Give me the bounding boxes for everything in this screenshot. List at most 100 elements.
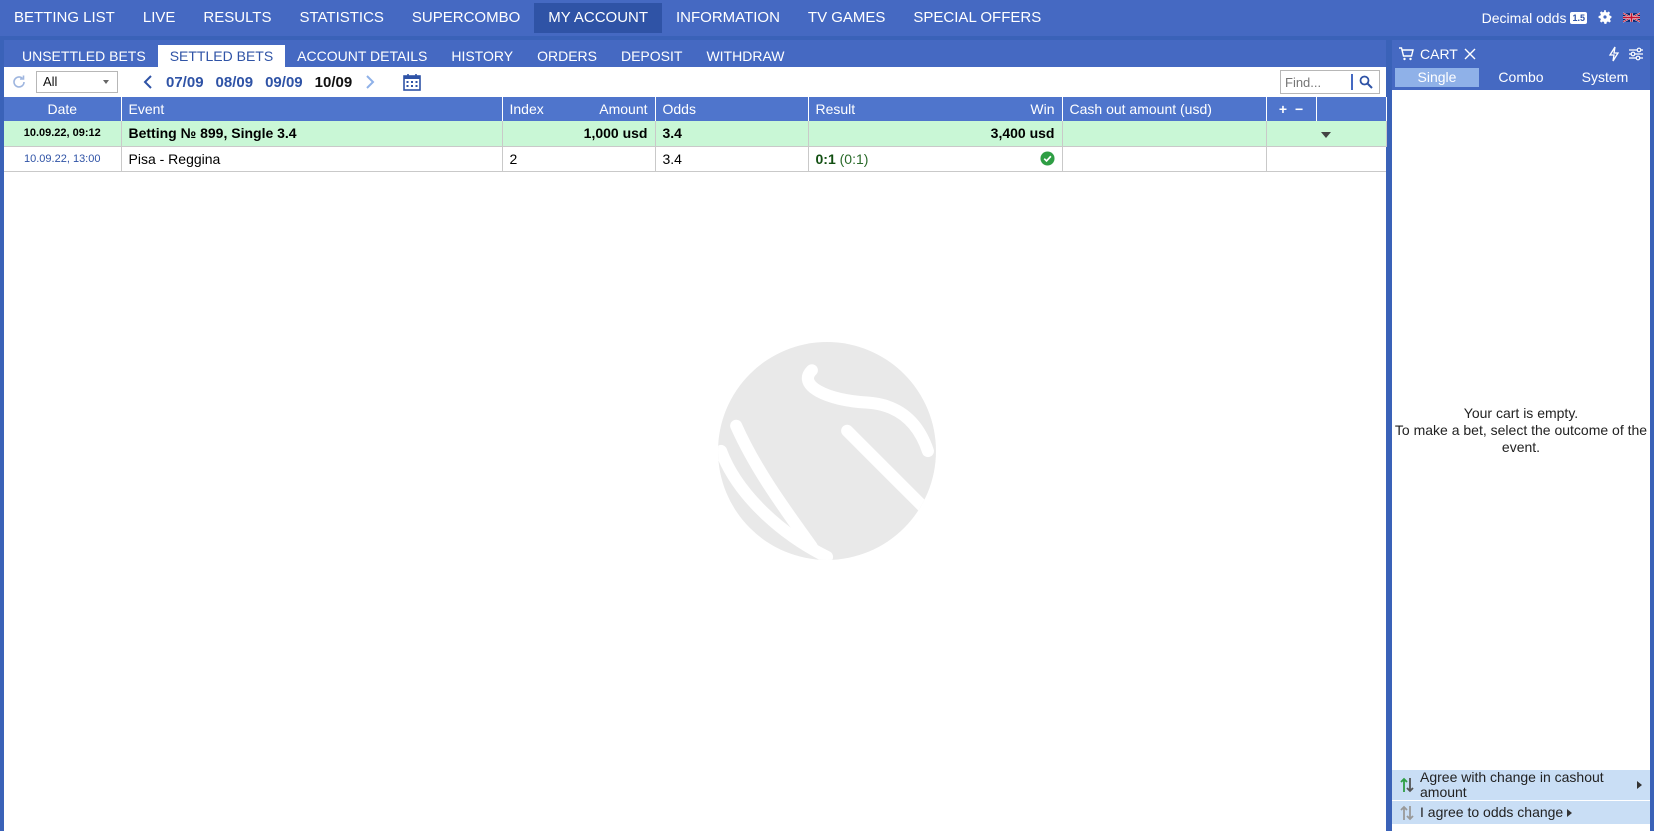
main-panel: UNSETTLED BETS SETTLED BETS ACCOUNT DETA… xyxy=(4,40,1387,831)
find-box xyxy=(1280,70,1380,94)
chevron-down-icon xyxy=(103,80,109,84)
col-index-amount: Index Amount xyxy=(502,97,656,121)
gear-icon[interactable] xyxy=(1597,9,1613,28)
nav-right-tools: Decimal odds 1.5 xyxy=(1482,9,1654,28)
arrows-up-down-icon xyxy=(1400,805,1414,820)
event-score: 0:1 (0:1) xyxy=(816,151,869,167)
arrows-up-down-icon xyxy=(1400,777,1414,793)
bet-expand-toggle[interactable] xyxy=(1266,121,1387,147)
tab-deposit[interactable]: DEPOSIT xyxy=(609,45,694,67)
bet-row[interactable]: 10.09.22, 09:12 Betting № 899, Single 3.… xyxy=(4,121,1387,147)
cart-title: CART xyxy=(1420,46,1458,62)
cart-tabs: Single Combo System xyxy=(1392,68,1650,90)
event-spacer xyxy=(1266,146,1386,172)
date-link-0709[interactable]: 07/09 xyxy=(166,74,204,91)
event-name[interactable]: Pisa - Reggina xyxy=(121,146,503,172)
chevron-right-icon[interactable] xyxy=(364,74,376,90)
bet-title: Betting № 899, Single 3.4 xyxy=(121,121,503,147)
cart-empty-line1: Your cart is empty. xyxy=(1463,405,1579,421)
nav-my-account[interactable]: MY ACCOUNT xyxy=(534,3,663,33)
cart-tab-combo[interactable]: Combo xyxy=(1479,68,1563,87)
tab-history[interactable]: HISTORY xyxy=(439,45,525,67)
nav-supercombo[interactable]: SUPERCOMBO xyxy=(398,3,534,33)
caret-right-icon xyxy=(1567,808,1573,817)
agree-cashout-label: Agree with change in cashout amount xyxy=(1420,769,1604,800)
nav-betting-list[interactable]: BETTING LIST xyxy=(0,3,129,33)
event-row: 10.09.22, 13:00 Pisa - Reggina 2 3.4 0:1… xyxy=(4,146,1386,172)
agree-odds-change-option[interactable]: I agree to odds change xyxy=(1392,800,1650,824)
col-cashout[interactable]: Cash out amount (usd) xyxy=(1062,97,1267,121)
nav-special-offers[interactable]: SPECIAL OFFERS xyxy=(899,3,1055,33)
search-button[interactable] xyxy=(1353,71,1379,93)
nav-tv-games[interactable]: TV GAMES xyxy=(794,3,900,33)
agree-odds-label: I agree to odds change xyxy=(1420,804,1564,820)
date-link-0909[interactable]: 09/09 xyxy=(265,74,303,91)
collapse-all-button[interactable]: − xyxy=(1295,101,1303,117)
odds-format-badge: 1.5 xyxy=(1570,12,1587,24)
logo-watermark-icon xyxy=(718,342,936,560)
bet-odds: 3.4 xyxy=(655,121,809,147)
final-score: 0:1 xyxy=(815,150,836,167)
check-circle-icon xyxy=(1039,151,1055,166)
col-spacer xyxy=(1316,97,1387,121)
search-icon xyxy=(1359,75,1373,89)
account-subtabs: UNSETTLED BETS SETTLED BETS ACCOUNT DETA… xyxy=(4,40,1386,67)
lightning-icon[interactable] xyxy=(1608,46,1620,62)
col-odds[interactable]: Odds xyxy=(655,97,809,121)
bet-date: 10.09.22, 09:12 xyxy=(4,121,122,147)
close-icon[interactable] xyxy=(1464,48,1476,60)
date-link-0809[interactable]: 08/09 xyxy=(216,74,254,91)
date-navigation: 07/09 08/09 09/09 10/09 xyxy=(142,72,422,92)
cart-header: CART xyxy=(1392,40,1650,68)
date-current[interactable]: 10/09 xyxy=(315,74,353,91)
bet-win: 3,400 usd xyxy=(808,121,1063,147)
event-cashout xyxy=(1062,146,1267,172)
event-result: 0:1 (0:1) xyxy=(808,146,1063,172)
bet-filter-value: All xyxy=(43,74,58,89)
tab-orders[interactable]: ORDERS xyxy=(525,45,609,67)
expand-all-button[interactable]: + xyxy=(1279,101,1287,117)
cart-panel: CART Single Combo System Your cart is em… xyxy=(1392,40,1650,831)
bets-toolbar: All 07/09 08/09 09/09 10/09 xyxy=(4,67,1386,97)
bet-filter-select[interactable]: All xyxy=(36,71,118,93)
table-header-row: Date Event Index Amount Odds Result Win Ca… xyxy=(4,97,1387,121)
col-index[interactable]: Index xyxy=(510,101,544,117)
cart-empty-line2: To make a bet, select the outcome of the… xyxy=(1394,422,1648,455)
chevron-down-icon xyxy=(1321,132,1331,139)
settled-bets-table: Date Event Index Amount Odds Result Win Ca… xyxy=(4,97,1387,172)
col-amount[interactable]: Amount xyxy=(599,101,647,117)
tab-account-details[interactable]: ACCOUNT DETAILS xyxy=(285,45,439,67)
nav-live[interactable]: LIVE xyxy=(129,3,190,33)
cart-tab-single[interactable]: Single xyxy=(1395,68,1479,87)
cart-empty-message: Your cart is empty. To make a bet, selec… xyxy=(1392,405,1650,456)
caret-right-icon xyxy=(1637,781,1642,789)
nav-information[interactable]: INFORMATION xyxy=(662,3,794,33)
tab-settled-bets[interactable]: SETTLED BETS xyxy=(157,45,286,67)
nav-statistics[interactable]: STATISTICS xyxy=(285,3,397,33)
calendar-icon[interactable] xyxy=(402,72,422,92)
bet-cashout xyxy=(1062,121,1267,147)
settings-sliders-icon[interactable] xyxy=(1628,47,1644,61)
odds-format-label: Decimal odds xyxy=(1481,10,1567,26)
halftime-score: (0:1) xyxy=(839,150,869,167)
agree-cashout-change-option[interactable]: Agree with change in cashout amount xyxy=(1392,770,1650,800)
col-win[interactable]: Win xyxy=(1030,101,1054,117)
cart-tools xyxy=(1608,46,1644,62)
col-date[interactable]: Date xyxy=(4,97,122,121)
col-result[interactable]: Result xyxy=(816,101,856,117)
uk-flag-icon[interactable] xyxy=(1623,10,1640,26)
col-event[interactable]: Event xyxy=(121,97,503,121)
cart-tab-system[interactable]: System xyxy=(1563,68,1647,87)
tab-withdraw[interactable]: WITHDRAW xyxy=(694,45,796,67)
nav-results[interactable]: RESULTS xyxy=(189,3,285,33)
event-odds: 3.4 xyxy=(655,146,809,172)
refresh-icon[interactable] xyxy=(10,73,28,91)
search-input[interactable] xyxy=(1281,71,1351,93)
odds-format-selector[interactable]: Decimal odds 1.5 xyxy=(1482,10,1587,26)
chevron-left-icon[interactable] xyxy=(142,74,154,90)
bet-amount: 1,000 usd xyxy=(502,121,656,147)
tab-unsettled-bets[interactable]: UNSETTLED BETS xyxy=(10,45,158,67)
col-result-win: Result Win xyxy=(808,97,1063,121)
cart-icon xyxy=(1399,47,1414,61)
col-expand-controls: + − xyxy=(1266,97,1317,121)
